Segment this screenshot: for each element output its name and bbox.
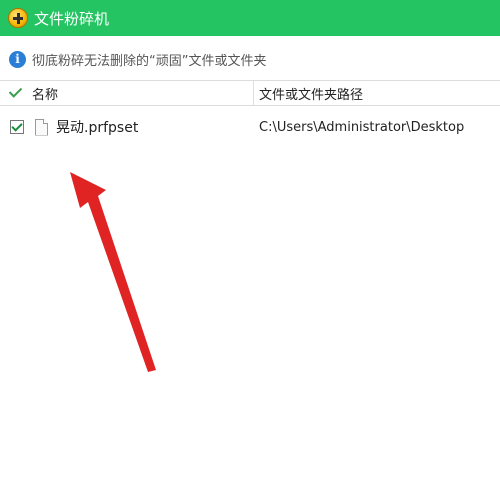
arrow-icon — [70, 172, 156, 372]
table-row[interactable]: 晃动.prfpset C:\Users\Administrator\Deskto… — [0, 112, 500, 142]
column-header-path[interactable]: 文件或文件夹路径 — [254, 81, 500, 105]
file-name: 晃动.prfpset — [56, 120, 139, 136]
info-bar: i 彻底粉碎无法删除的“顽固”文件或文件夹 — [0, 44, 500, 74]
info-icon: i — [9, 50, 26, 68]
table-header: 名称 文件或文件夹路径 — [0, 80, 500, 106]
column-header-name[interactable]: 名称 — [0, 81, 254, 105]
row-name-cell: 晃动.prfpset — [0, 117, 254, 137]
window-title: 文件粉碎机 — [34, 9, 110, 28]
title-bar: 文件粉碎机 — [0, 0, 500, 36]
row-checkbox[interactable] — [10, 120, 24, 134]
file-icon — [35, 118, 48, 136]
info-text: 彻底粉碎无法删除的“顽固”文件或文件夹 — [32, 53, 267, 69]
select-all-checkbox[interactable] — [8, 85, 24, 101]
shredder-app-icon — [8, 8, 28, 28]
column-name-label: 名称 — [32, 87, 59, 103]
file-path: C:\Users\Administrator\Desktop — [259, 119, 465, 135]
column-path-label: 文件或文件夹路径 — [259, 87, 364, 103]
